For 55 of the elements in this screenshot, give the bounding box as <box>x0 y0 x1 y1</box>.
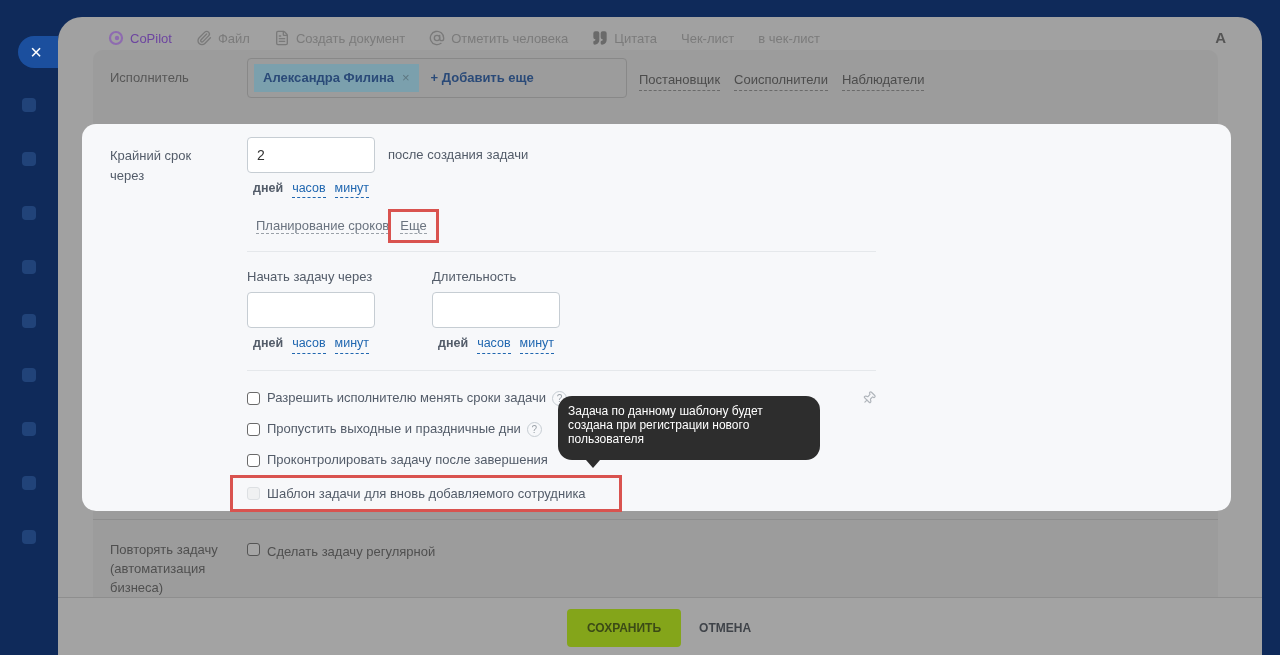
unit-link[interactable]: часов <box>292 334 326 354</box>
sidebar-icon[interactable] <box>22 368 36 382</box>
add-more-link[interactable]: + Добавить еще <box>430 67 534 88</box>
checkbox[interactable] <box>247 453 260 467</box>
cancel-button[interactable]: ОТМЕНА <box>697 609 754 647</box>
field-label: Длительность <box>432 267 518 286</box>
option-label: Сделать задачу регулярной <box>267 542 436 561</box>
sidebar-icon[interactable] <box>22 422 36 436</box>
field-label: Исполнитель <box>110 68 190 87</box>
deadline-input[interactable]: 2 <box>247 136 375 173</box>
checkbox[interactable] <box>247 542 260 556</box>
sidebar-icon[interactable] <box>22 530 36 544</box>
sidebar-icon[interactable] <box>22 206 36 220</box>
sidebar-icon[interactable] <box>22 152 36 166</box>
option-label: Пропустить выходные и праздничные дни <box>267 420 521 439</box>
checkbox[interactable] <box>247 391 260 405</box>
remove-icon[interactable]: × <box>401 67 410 88</box>
close-button[interactable]: × <box>18 36 58 68</box>
sidebar-icon[interactable] <box>22 98 36 112</box>
duration-input[interactable] <box>432 292 560 329</box>
unit-link[interactable]: часов <box>477 334 511 354</box>
checkbox[interactable] <box>247 422 260 436</box>
unit-link[interactable]: минут <box>334 334 370 354</box>
person-name: Александра Филина <box>263 68 394 87</box>
save-button[interactable]: СОХРАНИТЬ <box>566 609 682 647</box>
assignee-field[interactable]: Александра Филина × + Добавить еще <box>247 57 627 98</box>
duration-input[interactable] <box>247 292 375 329</box>
unit-link[interactable]: дней <box>253 178 284 199</box>
option-label: Шаблон задачи для вновь добавляемого сотрудника <box>267 484 586 503</box>
sidebar-icon[interactable] <box>22 476 36 490</box>
field-label: Крайний срок через <box>110 146 193 185</box>
sidebar-icon[interactable] <box>22 260 36 274</box>
field-label: Повторять задачу (автоматизация бизнеса) <box>110 540 219 597</box>
unit-link[interactable]: дней <box>438 334 469 354</box>
at-sign-icon <box>429 30 446 47</box>
sidebar-icon[interactable] <box>22 314 36 328</box>
field-label: Начать задачу через <box>247 267 374 286</box>
option-label: Разрешить исполнителю менять сроки задачи <box>267 389 547 408</box>
unit-link[interactable]: часов <box>292 178 326 199</box>
copilot-logo-icon <box>108 30 124 47</box>
planning-link[interactable]: Еще <box>391 212 436 240</box>
deadline-suffix: после создания задачи <box>388 145 529 164</box>
unit-link[interactable]: дней <box>253 334 284 354</box>
unit-link[interactable]: минут <box>519 334 555 354</box>
planning-link[interactable]: Планирование сроков <box>256 216 390 236</box>
role-link[interactable]: Наблюдатели <box>841 70 925 91</box>
toolbar-button[interactable]: CoPilot <box>108 28 172 48</box>
quote-icon <box>592 30 609 47</box>
format-button[interactable]: A <box>1215 27 1226 50</box>
document-icon <box>273 30 290 47</box>
role-link[interactable]: Соисполнители <box>734 70 828 91</box>
unit-link[interactable]: минут <box>334 178 370 199</box>
paperclip-icon <box>195 30 212 47</box>
option-label: Проконтролировать задачу после завершения <box>267 451 548 470</box>
role-link[interactable]: Постановщик <box>639 70 721 91</box>
